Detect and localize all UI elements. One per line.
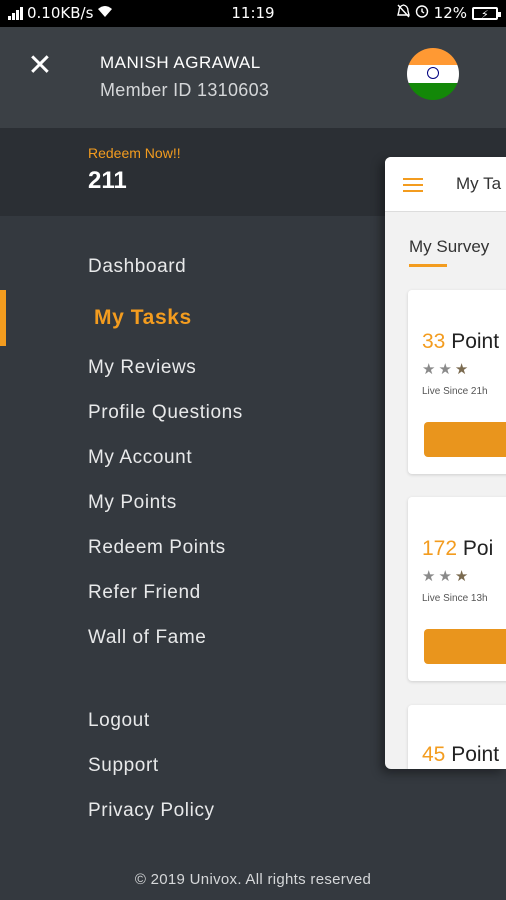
- active-tab-indicator: [409, 264, 447, 267]
- survey-points: 172 Poi: [422, 537, 494, 560]
- menu-item-my-points[interactable]: My Points: [88, 492, 177, 514]
- menu-item-wall-of-fame[interactable]: Wall of Fame: [88, 627, 206, 649]
- redeem-now-link[interactable]: Redeem Now!!: [88, 145, 181, 161]
- menu-item-privacy-policy[interactable]: Privacy Policy: [88, 800, 215, 822]
- menu-item-profile-questions[interactable]: Profile Questions: [88, 402, 243, 424]
- survey-card[interactable]: 172 Poi ★★★ Live Since 13h: [408, 497, 506, 681]
- menu-item-dashboard[interactable]: Dashboard: [88, 256, 186, 278]
- rating-stars-icon: ★★★: [422, 361, 472, 378]
- survey-card[interactable]: 33 Point ★★★ Live Since 21h: [408, 290, 506, 474]
- take-survey-button[interactable]: [424, 629, 506, 664]
- tab-my-survey[interactable]: My Survey: [409, 237, 489, 257]
- menu-item-redeem-points[interactable]: Redeem Points: [88, 537, 226, 559]
- background-app-bar: My Ta: [385, 157, 506, 212]
- background-screen[interactable]: My Ta My Survey 33 Point ★★★ Live Since …: [385, 157, 506, 769]
- rating-stars-icon: ★★★: [422, 568, 472, 585]
- battery-percent: 12%: [433, 4, 467, 22]
- menu-item-my-tasks[interactable]: My Tasks: [94, 306, 192, 330]
- survey-live-since: Live Since 21h: [422, 386, 488, 397]
- points-balance: 211: [88, 167, 127, 194]
- survey-card[interactable]: 45 Point: [408, 705, 506, 769]
- survey-live-since: Live Since 13h: [422, 593, 488, 604]
- menu-item-refer-friend[interactable]: Refer Friend: [88, 582, 201, 604]
- user-name: MANISH AGRAWAL: [100, 53, 261, 72]
- menu-item-my-account[interactable]: My Account: [88, 447, 192, 469]
- background-title: My Ta: [456, 174, 502, 193]
- mute-icon: [396, 4, 410, 22]
- survey-points: 33 Point: [422, 330, 500, 353]
- hamburger-menu-icon[interactable]: [403, 178, 423, 192]
- battery-charging-icon: ⚡: [472, 6, 501, 21]
- status-bar: 0.10KB/s 11:19 12% ⚡: [0, 0, 506, 27]
- menu-item-my-reviews[interactable]: My Reviews: [88, 357, 196, 379]
- menu-item-support[interactable]: Support: [88, 755, 159, 777]
- alarm-icon: [415, 4, 429, 22]
- india-flag-icon: [407, 48, 459, 100]
- survey-points: 45 Point: [422, 743, 500, 766]
- menu-item-logout[interactable]: Logout: [88, 710, 150, 732]
- close-icon[interactable]: ✕: [26, 51, 54, 81]
- take-survey-button[interactable]: [424, 422, 506, 457]
- member-id: Member ID 1310603: [100, 80, 270, 100]
- copyright-footer: © 2019 Univox. All rights reserved: [134, 871, 372, 888]
- active-item-indicator: [0, 290, 6, 346]
